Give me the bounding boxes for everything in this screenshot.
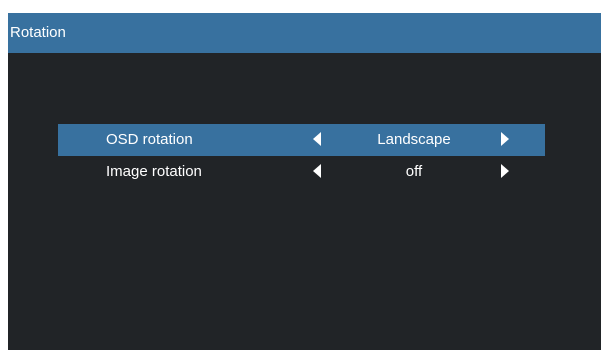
menu-item-value: off (405, 163, 423, 180)
title-bar: Rotation (8, 13, 601, 53)
window-title: Rotation (10, 24, 66, 41)
caret-right-icon[interactable] (498, 130, 512, 148)
caret-right-icon[interactable] (498, 162, 512, 180)
rotation-menu-window: Rotation OSD rotation Landscape Image ro… (8, 13, 601, 350)
caret-left-icon[interactable] (310, 130, 324, 148)
menu-item-osd-rotation[interactable]: OSD rotation Landscape (58, 124, 545, 156)
menu-item-label: Image rotation (106, 163, 202, 180)
menu-item-value: Landscape (377, 131, 451, 148)
menu-item-label: OSD rotation (106, 131, 193, 148)
caret-left-icon[interactable] (310, 162, 324, 180)
menu-item-image-rotation[interactable]: Image rotation off (58, 156, 545, 188)
